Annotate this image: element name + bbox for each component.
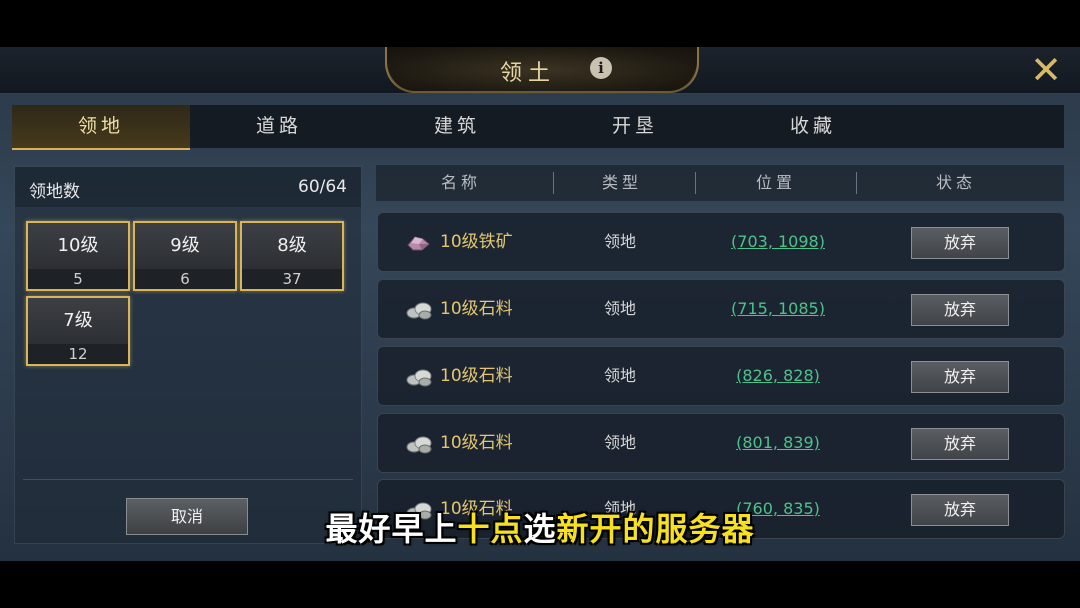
resource-type: 领地 xyxy=(603,433,636,452)
tab-favorites[interactable]: 收藏 xyxy=(724,105,902,148)
resource-type: 领地 xyxy=(603,366,636,385)
level-label: 7级 xyxy=(28,298,128,344)
table-row: 10级铁矿 领地 (703, 1098) 放弃 xyxy=(377,212,1065,272)
level-label: 9级 xyxy=(135,223,235,269)
tab-territory[interactable]: 领地 xyxy=(12,105,190,150)
abandon-button[interactable]: 放弃 xyxy=(911,227,1009,259)
territory-count-label: 领地数 xyxy=(29,182,80,202)
table-row: 10级石料 领地 (715, 1085) 放弃 xyxy=(377,279,1065,339)
subtitle-highlight: 新开的服务器 xyxy=(556,510,755,548)
level-filter-8[interactable]: 8级 37 xyxy=(240,221,344,291)
column-separator xyxy=(553,172,554,194)
resource-name: 10级铁矿 xyxy=(440,232,513,252)
tab-buildings[interactable]: 建筑 xyxy=(368,105,546,148)
position-link[interactable]: (826, 828) xyxy=(698,347,858,405)
level-label: 8级 xyxy=(242,223,342,269)
territory-count-value: 60/64 xyxy=(298,177,347,197)
page-title: 领土 xyxy=(499,61,556,86)
resource-type: 领地 xyxy=(603,232,636,251)
level-filter-7[interactable]: 7级 12 xyxy=(26,296,130,366)
stone-icon xyxy=(406,369,432,387)
column-header-name: 名称 xyxy=(440,173,481,192)
subtitle-part: 最好早上 xyxy=(325,510,458,548)
level-count: 37 xyxy=(242,269,342,289)
level-count: 12 xyxy=(28,344,128,364)
iron-ore-icon xyxy=(407,236,430,251)
tab-roads[interactable]: 道路 xyxy=(190,105,368,148)
resource-name: 10级石料 xyxy=(440,366,513,386)
territory-summary-panel: 领地数 60/64 10级 5 9级 6 8级 37 7级 12 取消 xyxy=(14,166,362,544)
panel-divider xyxy=(23,479,353,480)
abandon-button[interactable]: 放弃 xyxy=(911,428,1009,460)
resource-name: 10级石料 xyxy=(440,433,513,453)
info-icon[interactable]: i xyxy=(590,57,612,79)
close-icon[interactable]: ✕ xyxy=(1028,51,1064,89)
abandon-button[interactable]: 放弃 xyxy=(911,361,1009,393)
title-plate: 领土 xyxy=(385,47,699,93)
level-label: 10级 xyxy=(28,223,128,269)
level-count: 5 xyxy=(28,269,128,289)
video-subtitle: 最好早上十点选新开的服务器 xyxy=(0,504,1080,550)
resource-name: 10级石料 xyxy=(440,299,513,319)
subtitle-part: 选 xyxy=(523,510,557,548)
territory-screen: 领土 i ✕ 领地 道路 建筑 开垦 收藏 领地数 60/64 10级 5 9级… xyxy=(0,47,1080,561)
tab-bar: 领地 道路 建筑 开垦 收藏 xyxy=(12,105,1064,150)
tab-reclaim[interactable]: 开垦 xyxy=(546,105,724,148)
table-header: 名称 类型 位置 状态 xyxy=(376,165,1064,201)
table-row: 10级石料 领地 (801, 839) 放弃 xyxy=(377,413,1065,473)
position-link[interactable]: (703, 1098) xyxy=(698,213,858,271)
resource-type: 领地 xyxy=(603,299,636,318)
position-link[interactable]: (715, 1085) xyxy=(698,280,858,338)
territory-count-row: 领地数 60/64 xyxy=(15,167,361,207)
level-count: 6 xyxy=(135,269,235,289)
level-filter-9[interactable]: 9级 6 xyxy=(133,221,237,291)
column-header-status: 状态 xyxy=(935,173,976,192)
column-separator xyxy=(856,172,857,194)
subtitle-highlight: 十点 xyxy=(457,510,524,548)
title-bar: 领土 i ✕ xyxy=(0,47,1080,94)
position-link[interactable]: (801, 839) xyxy=(698,414,858,472)
stone-icon xyxy=(406,436,432,454)
column-header-type: 类型 xyxy=(601,173,642,192)
table-row: 10级石料 领地 (826, 828) 放弃 xyxy=(377,346,1065,406)
column-separator xyxy=(695,172,696,194)
column-header-position: 位置 xyxy=(755,173,796,192)
abandon-button[interactable]: 放弃 xyxy=(911,294,1009,326)
level-filter-10[interactable]: 10级 5 xyxy=(26,221,130,291)
stone-icon xyxy=(406,302,432,320)
